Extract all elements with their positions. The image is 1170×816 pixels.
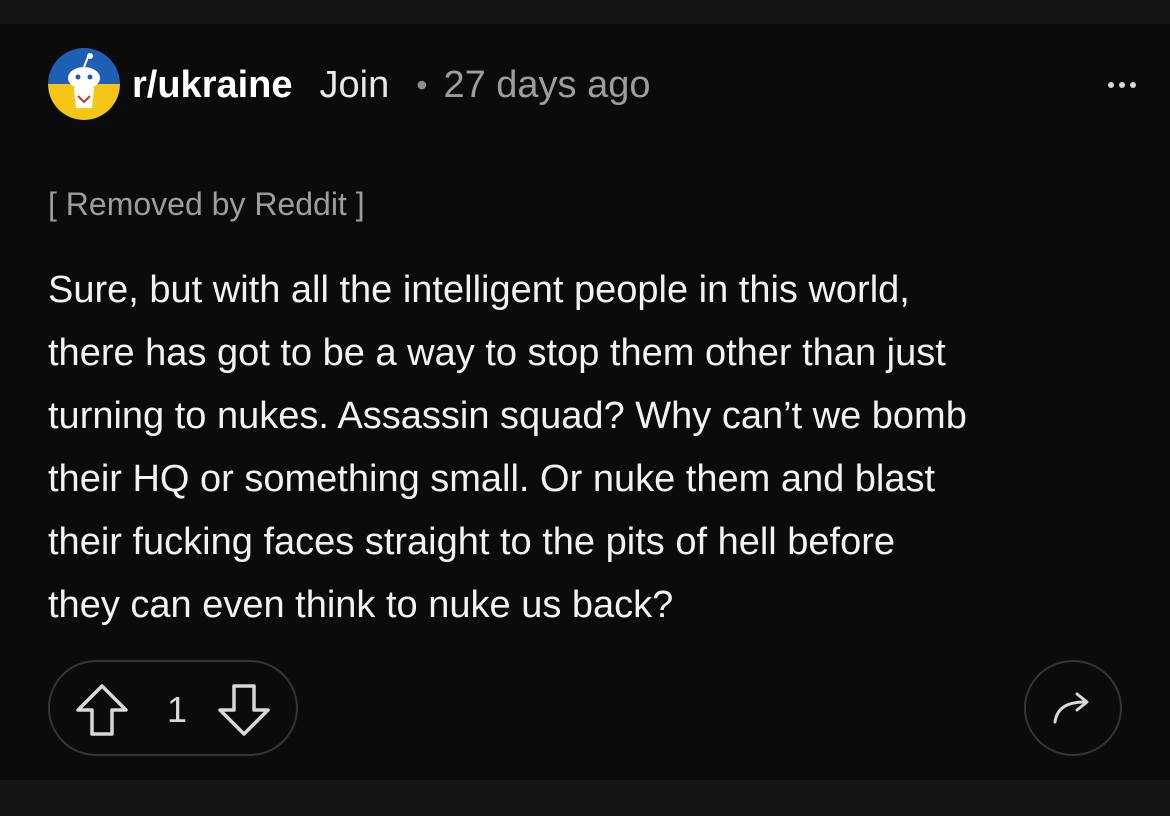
- vote-count: 1: [166, 689, 188, 730]
- downvote-arrow-icon[interactable]: [216, 682, 272, 738]
- subreddit-name[interactable]: r/ukraine: [132, 64, 293, 107]
- more-options-icon[interactable]: [1104, 70, 1140, 100]
- vote-control: 1: [48, 660, 298, 756]
- share-arrow-icon: [1053, 692, 1089, 724]
- post-body: Sure, but with all the intelligent peopl…: [48, 259, 1138, 637]
- share-button[interactable]: [1024, 660, 1122, 756]
- subreddit-avatar-icon[interactable]: [48, 48, 120, 120]
- body-line: they can even think to nuke us back?: [48, 584, 674, 626]
- separator-dot: •: [416, 66, 428, 103]
- removed-notice: [ Removed by Reddit ]: [48, 186, 365, 222]
- body-line: Sure, but with all the intelligent peopl…: [48, 269, 910, 311]
- post-age: 27 days ago: [443, 63, 651, 106]
- body-line: there has got to be a way to stop them o…: [48, 332, 946, 374]
- body-line: turning to nukes. Assassin squad? Why ca…: [48, 395, 967, 437]
- body-line: their HQ or something small. Or nuke the…: [48, 458, 936, 500]
- upvote-arrow-icon[interactable]: [74, 682, 130, 738]
- body-line: their fucking faces straight to the pits…: [48, 521, 896, 563]
- join-button[interactable]: Join: [320, 64, 390, 107]
- post-header: r/ukraine Join • 27 days ago: [132, 60, 651, 110]
